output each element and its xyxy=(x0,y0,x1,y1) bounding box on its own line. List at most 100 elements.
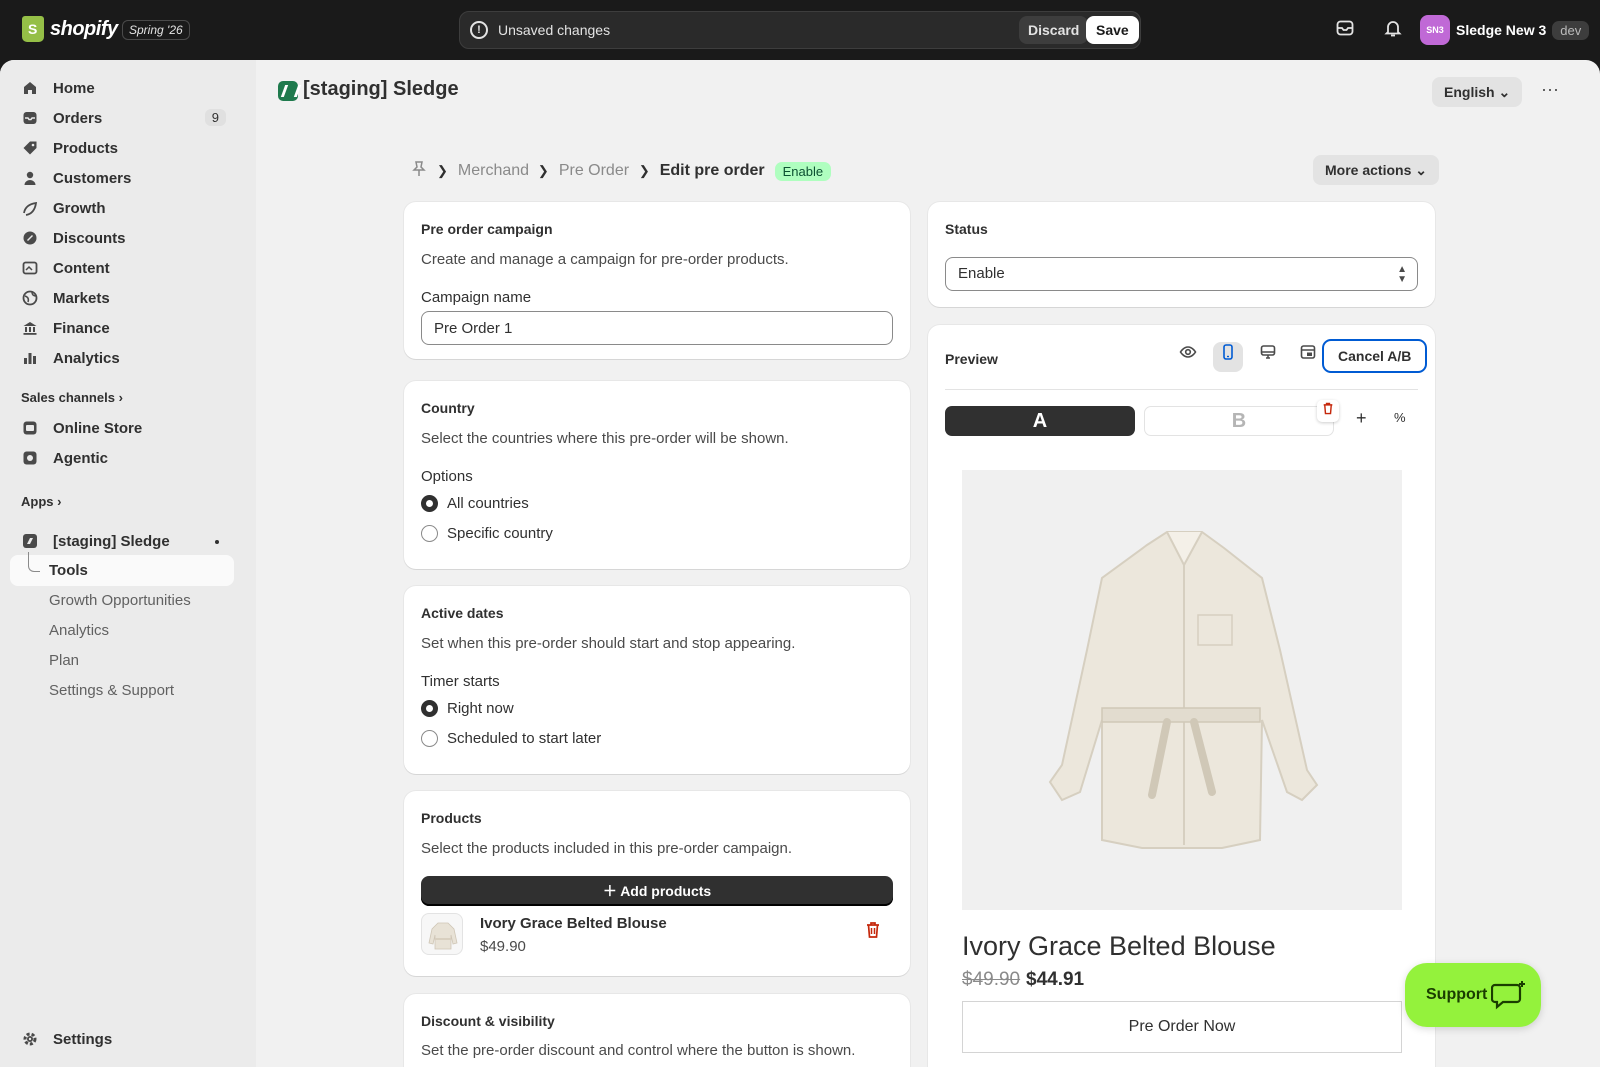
tag-icon xyxy=(22,140,38,156)
percent-icon[interactable]: % xyxy=(1394,410,1406,425)
more-actions-button[interactable]: More actions ⌄ xyxy=(1313,155,1439,185)
content-icon xyxy=(22,260,38,276)
pin-icon[interactable] xyxy=(411,160,427,183)
sidebar-item-home[interactable]: Home xyxy=(10,73,234,103)
discard-button[interactable]: Discard xyxy=(1019,16,1089,44)
discount-icon xyxy=(22,230,38,246)
unsaved-changes-bar: ! Unsaved changes Discard Save xyxy=(459,11,1141,49)
person-icon xyxy=(22,170,38,186)
status-select[interactable]: Enable ▲ ▼ xyxy=(945,257,1418,291)
breadcrumb-merchandising[interactable]: Merchandising xyxy=(458,162,528,180)
preview-toolbar xyxy=(1173,342,1323,372)
popup-view-icon[interactable] xyxy=(1293,342,1323,372)
language-selector[interactable]: English ⌄ xyxy=(1432,77,1523,107)
sledge-app-logo xyxy=(278,81,298,101)
pre-order-now-button[interactable]: Pre Order Now xyxy=(962,1001,1402,1053)
card-title: Preview xyxy=(945,351,998,367)
product-name: Ivory Grace Belted Blouse xyxy=(480,915,667,932)
chevron-right-icon: ❯ xyxy=(537,163,549,178)
radio-scheduled[interactable]: Scheduled to start later xyxy=(421,730,601,747)
store-switcher[interactable]: SN3 Sledge New 3 dev xyxy=(1420,15,1590,45)
status-card: Status Enable ▲ ▼ xyxy=(928,202,1435,307)
save-button[interactable]: Save xyxy=(1086,16,1139,44)
radio-right-now[interactable]: Right now xyxy=(421,700,514,717)
chat-bubble-icon xyxy=(1490,979,1527,1014)
discount-visibility-card: Discount & visibility Set the pre-order … xyxy=(404,994,910,1067)
sidebar-subitem-tools[interactable]: Tools xyxy=(49,562,88,579)
edition-badge: Spring '26 xyxy=(122,20,190,40)
sidebar-subitem-plan[interactable]: Plan xyxy=(49,652,79,669)
preview-old-price: $49.90 xyxy=(962,969,1021,990)
options-label: Options xyxy=(421,468,473,485)
breadcrumb-pre-order[interactable]: Pre Order xyxy=(559,162,629,180)
select-arrows-icon: ▲ ▼ xyxy=(1397,264,1407,285)
inbox-icon[interactable] xyxy=(1333,18,1357,42)
sidebar-subitem-settings-support[interactable]: Settings & Support xyxy=(49,682,174,699)
tree-connector xyxy=(28,552,40,572)
app-title: [staging] Sledge xyxy=(303,78,459,100)
sidebar-item-label: Online Store xyxy=(53,419,143,437)
sidebar-item-products[interactable]: Products xyxy=(10,133,234,163)
apps-heading[interactable]: Apps › xyxy=(21,494,61,509)
breadcrumb: ❯ Merchandising ❯ Pre Order ❯ Edit pre o… xyxy=(411,156,832,186)
radio-unselected[interactable] xyxy=(421,730,438,747)
alert-icon: ! xyxy=(470,21,488,39)
app-pin-dot xyxy=(215,540,219,544)
radio-selected[interactable] xyxy=(421,700,438,717)
sidebar-item-orders[interactable]: Orders 9 xyxy=(10,103,234,133)
shopify-logo[interactable]: shopify xyxy=(22,16,118,42)
delete-product-icon[interactable] xyxy=(865,921,881,942)
sidebar: Home Orders 9 Products Customers Growth … xyxy=(0,60,256,1067)
add-variant-icon[interactable]: + xyxy=(1356,408,1367,429)
sidebar-item-settings[interactable]: Settings xyxy=(10,1024,234,1054)
sidebar-item-label: Markets xyxy=(53,289,110,307)
shopify-wordmark: shopify xyxy=(50,17,118,40)
sidebar-item-finance[interactable]: Finance xyxy=(10,313,234,343)
chevron-down-icon: ⌄ xyxy=(1415,162,1427,178)
sidebar-item-label: Discounts xyxy=(53,229,126,247)
sidebar-item-staging-sledge[interactable]: [staging] Sledge xyxy=(10,526,234,556)
campaign-name-input[interactable] xyxy=(421,311,893,345)
cancel-ab-button[interactable]: Cancel A/B xyxy=(1322,339,1428,373)
mobile-view-icon[interactable] xyxy=(1213,342,1243,372)
sidebar-item-agentic[interactable]: Agentic xyxy=(10,443,234,473)
radio-unselected[interactable] xyxy=(421,525,438,542)
sidebar-item-online-store[interactable]: Online Store xyxy=(10,413,234,443)
main-content: [staging] Sledge English ⌄ ··· ❯ Merchan… xyxy=(256,60,1600,1067)
sidebar-subitem-analytics[interactable]: Analytics xyxy=(49,622,109,639)
radio-selected[interactable] xyxy=(421,495,438,512)
more-options-icon[interactable]: ··· xyxy=(1538,80,1562,104)
sidebar-item-discounts[interactable]: Discounts xyxy=(10,223,234,253)
country-card: Country Select the countries where this … xyxy=(404,381,910,569)
support-button[interactable]: Support xyxy=(1405,963,1541,1027)
variant-a-tab[interactable]: A xyxy=(945,406,1135,436)
preview-card: Preview Cancel A/B A B + % Ivory Grace B… xyxy=(928,325,1435,1067)
add-products-button[interactable]: ＋ Add products xyxy=(421,876,893,906)
card-description: Set when this pre-order should start and… xyxy=(421,635,796,652)
desktop-view-icon[interactable] xyxy=(1253,342,1283,372)
product-thumbnail xyxy=(421,913,463,955)
sidebar-item-customers[interactable]: Customers xyxy=(10,163,234,193)
variant-b-tab[interactable]: B xyxy=(1144,406,1334,436)
sidebar-item-markets[interactable]: Markets xyxy=(10,283,234,313)
radio-specific-country[interactable]: Specific country xyxy=(421,525,553,542)
eye-icon[interactable] xyxy=(1173,342,1203,372)
bell-icon[interactable] xyxy=(1381,18,1405,42)
status-badge: Enable xyxy=(774,161,832,181)
card-description: Set the pre-order discount and control w… xyxy=(421,1042,856,1059)
env-badge: dev xyxy=(1552,20,1590,40)
sidebar-subitem-growth-opportunities[interactable]: Growth Opportunities xyxy=(49,592,191,609)
sidebar-item-label: Home xyxy=(53,79,95,97)
card-description: Create and manage a campaign for pre-ord… xyxy=(421,251,789,268)
delete-variant-icon[interactable] xyxy=(1317,400,1339,422)
timer-starts-label: Timer starts xyxy=(421,673,500,690)
sidebar-item-label: Finance xyxy=(53,319,110,337)
top-bar: shopify Spring '26 ! Unsaved changes Dis… xyxy=(0,0,1600,60)
sidebar-item-analytics[interactable]: Analytics xyxy=(10,343,234,373)
sales-channels-heading[interactable]: Sales channels › xyxy=(21,390,123,405)
radio-all-countries[interactable]: All countries xyxy=(421,495,529,512)
sidebar-item-growth[interactable]: Growth xyxy=(10,193,234,223)
sidebar-item-label: Customers xyxy=(53,169,132,187)
plus-icon: ＋ xyxy=(602,883,617,899)
sidebar-item-content[interactable]: Content xyxy=(10,253,234,283)
